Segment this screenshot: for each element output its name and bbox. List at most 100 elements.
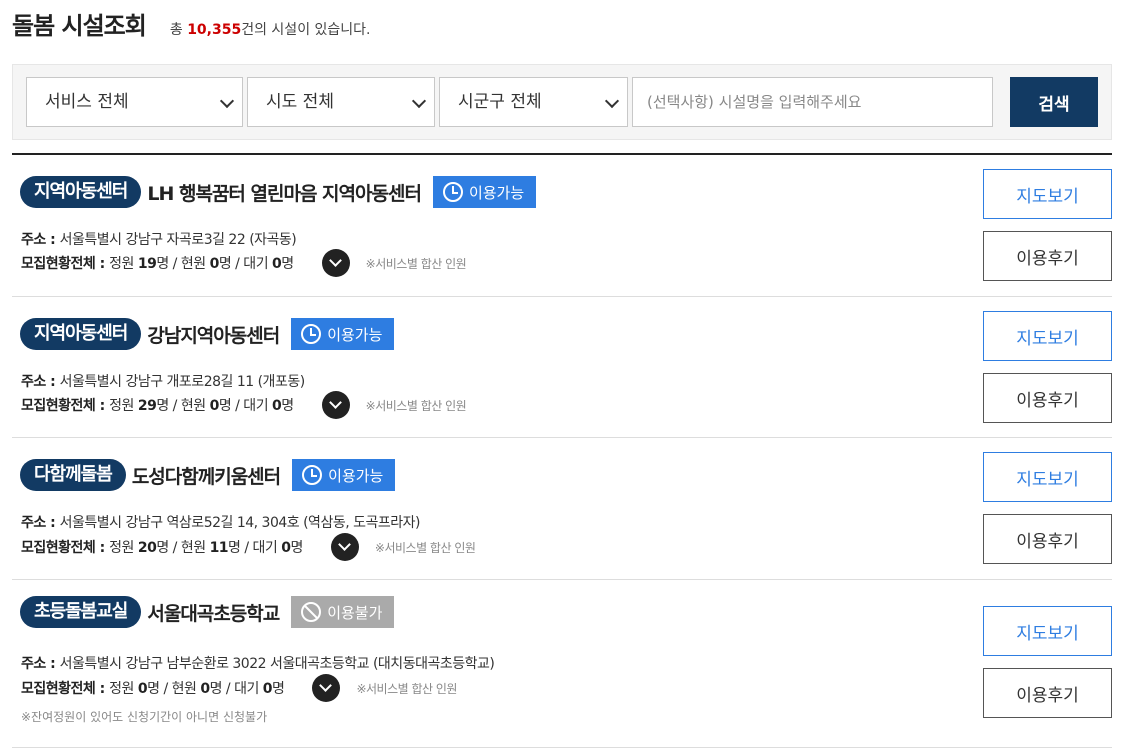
waiting-value: 0: [262, 681, 273, 697]
current-value: 0: [200, 681, 210, 697]
search-button[interactable]: 검색: [1010, 77, 1098, 127]
quota-label: 정원: [109, 398, 138, 414]
status-label: 이용불가: [327, 603, 383, 622]
quota-value: 19: [137, 256, 157, 272]
service-type-tag: 다함께돌봄: [20, 459, 126, 491]
facility-item: 다함께돌봄 도성다함께키움센터 이용가능 주소 : 서울특별시 강남구 역삼로5…: [12, 438, 1112, 580]
recruit-text: 모집현황전체 : 정원 29명 / 현원 0명 / 대기 0명: [21, 395, 294, 415]
current-value: 0: [209, 256, 220, 272]
expand-toggle-icon[interactable]: [321, 391, 350, 419]
quota-value: 0: [137, 681, 148, 697]
waiting-value: 0: [281, 540, 291, 556]
status-badge: 이용가능: [432, 176, 537, 208]
map-button[interactable]: 지도보기: [983, 169, 1112, 219]
ban-icon: [301, 602, 322, 622]
service-type-tag: 초등돌봄교실: [20, 596, 142, 628]
facility-name: 강남지역아동센터: [147, 324, 280, 347]
address-value: 서울특별시 강남구 자곡로3길 22 (자곡동): [59, 232, 297, 248]
service-select-value: 서비스 전체: [45, 92, 129, 112]
facility-item: 지역아동센터 LH 행복꿈터 열린마음 지역아동센터 이용가능 주소 : 서울특…: [12, 155, 1112, 297]
facility-title-row: 다함께돌봄 도성다함께키움센터 이용가능: [20, 459, 396, 491]
review-button[interactable]: 이용후기: [983, 668, 1112, 718]
status-label: 이용가능: [327, 325, 383, 344]
sido-select[interactable]: 시도 전체: [247, 77, 435, 127]
sido-select-value: 시도 전체: [266, 92, 334, 112]
waiting-label: 명 / 대기: [218, 398, 273, 414]
sigungu-select[interactable]: 시군구 전체: [439, 77, 628, 127]
service-select[interactable]: 서비스 전체: [26, 77, 243, 127]
sum-note: ※서비스별 합산 인원: [356, 681, 457, 696]
sigungu-select-value: 시군구 전체: [458, 92, 542, 112]
review-button[interactable]: 이용후기: [983, 231, 1112, 281]
quota-label: 정원: [109, 256, 138, 272]
clock-icon: [301, 324, 322, 344]
facility-title-row: 초등돌봄교실 서울대곡초등학교 이용불가: [20, 596, 395, 628]
expand-toggle-icon[interactable]: [321, 249, 350, 277]
chevron-down-icon: [411, 93, 427, 109]
recruit-label: 모집현황전체 :: [21, 398, 110, 414]
address-label: 주소 :: [21, 515, 60, 531]
recruit-status: 모집현황전체 : 정원 19명 / 현원 0명 / 대기 0명 ※서비스별 합산…: [21, 249, 467, 277]
quota-value: 20: [137, 540, 157, 556]
total-count-text: 총 10,355건의 시설이 있습니다.: [170, 19, 371, 39]
recruit-status: 모집현황전체 : 정원 29명 / 현원 0명 / 대기 0명 ※서비스별 합산…: [21, 391, 467, 419]
facility-name-input[interactable]: [632, 77, 993, 127]
facility-address: 주소 : 서울특별시 강남구 역삼로52길 14, 304호 (역삼동, 도곡프…: [21, 512, 420, 532]
facility-address: 주소 : 서울특별시 강남구 자곡로3길 22 (자곡동): [21, 229, 297, 249]
facility-name: 도성다함께키움센터: [131, 465, 281, 488]
review-button[interactable]: 이용후기: [983, 514, 1112, 564]
current-label: 명 / 현원: [156, 398, 210, 414]
recruit-label: 모집현황전체 :: [21, 681, 110, 697]
unit-label: 명: [281, 398, 294, 414]
quota-label: 정원: [109, 681, 138, 697]
sum-note: ※서비스별 합산 인원: [365, 398, 467, 413]
current-value: 0: [209, 398, 220, 414]
review-button[interactable]: 이용후기: [983, 373, 1112, 423]
current-value: 11: [209, 540, 229, 556]
status-badge: 이용가능: [291, 318, 395, 350]
page-title: 돌봄 시설조회: [12, 12, 147, 40]
facility-title-row: 지역아동센터 강남지역아동센터 이용가능: [20, 318, 395, 350]
unit-label: 명: [290, 540, 304, 556]
chevron-down-icon: [219, 93, 235, 109]
status-badge: 이용불가: [291, 596, 395, 628]
recruit-text: 모집현황전체 : 정원 19명 / 현원 0명 / 대기 0명: [21, 253, 294, 273]
service-type-tag: 지역아동센터: [20, 176, 142, 208]
recruit-label: 모집현황전체 :: [21, 540, 110, 556]
application-period-note: ※잔여정원이 있어도 신청기간이 아니면 신청불가: [21, 710, 268, 724]
address-label: 주소 :: [21, 374, 60, 390]
recruit-status: 모집현황전체 : 정원 0명 / 현원 0명 / 대기 0명 ※서비스별 합산 …: [21, 674, 457, 702]
sum-note: ※서비스별 합산 인원: [374, 540, 476, 555]
status-label: 이용가능: [328, 466, 384, 485]
recruit-text: 모집현황전체 : 정원 0명 / 현원 0명 / 대기 0명: [21, 678, 285, 698]
waiting-label: 명 / 대기: [218, 256, 273, 272]
total-prefix: 총: [169, 22, 188, 38]
facility-name: LH 행복꿈터 열린마음 지역아동센터: [147, 182, 422, 205]
current-label: 명 / 현원: [156, 540, 210, 556]
address-value: 서울특별시 강남구 개포로28길 11 (개포동): [59, 374, 306, 390]
quota-value: 29: [137, 398, 157, 414]
facility-item: 초등돌봄교실 서울대곡초등학교 이용불가 주소 : 서울특별시 강남구 남부순환…: [12, 580, 1112, 748]
waiting-value: 0: [272, 398, 282, 414]
page-header: 돌봄 시설조회 총 10,355건의 시설이 있습니다.: [12, 6, 371, 42]
waiting-label: 명 / 대기: [209, 681, 263, 697]
address-value: 서울특별시 강남구 남부순환로 3022 서울대곡초등학교 (대치동대곡초등학교…: [59, 656, 495, 672]
map-button[interactable]: 지도보기: [983, 452, 1112, 502]
recruit-status: 모집현황전체 : 정원 20명 / 현원 11명 / 대기 0명 ※서비스별 합…: [21, 533, 476, 561]
address-label: 주소 :: [21, 656, 60, 672]
waiting-value: 0: [272, 256, 282, 272]
expand-toggle-icon[interactable]: [312, 674, 341, 702]
service-type-tag: 지역아동센터: [20, 318, 142, 350]
facility-title-row: 지역아동센터 LH 행복꿈터 열린마음 지역아동센터 이용가능: [20, 176, 537, 208]
status-label: 이용가능: [468, 183, 525, 202]
facility-address: 주소 : 서울특별시 강남구 남부순환로 3022 서울대곡초등학교 (대치동대…: [21, 653, 495, 673]
map-button[interactable]: 지도보기: [983, 311, 1112, 361]
expand-toggle-icon[interactable]: [330, 533, 359, 561]
quota-label: 정원: [109, 540, 138, 556]
clock-icon: [302, 465, 323, 485]
search-panel: 서비스 전체 시도 전체 시군구 전체 검색: [12, 64, 1112, 140]
status-badge: 이용가능: [292, 459, 396, 491]
total-count: 10,355: [187, 22, 242, 38]
map-button[interactable]: 지도보기: [983, 606, 1112, 656]
facility-item: 지역아동센터 강남지역아동센터 이용가능 주소 : 서울특별시 강남구 개포로2…: [12, 297, 1112, 438]
